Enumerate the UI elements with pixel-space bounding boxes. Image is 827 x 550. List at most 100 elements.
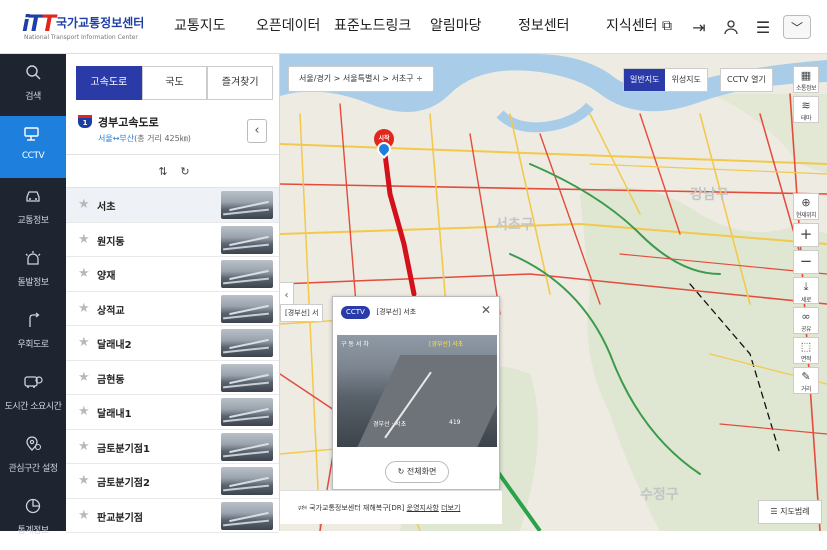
cctv-thumbnail[interactable]	[221, 364, 273, 392]
cctv-icon	[0, 126, 66, 146]
rail-item-city-travel-time[interactable]: 도시간 소요시간	[0, 364, 66, 426]
list-item[interactable]: ★금토분기점1	[66, 430, 279, 465]
star-icon[interactable]: ★	[78, 301, 90, 316]
rail-item-label: 도시간 소요시간	[0, 399, 66, 412]
cctv-thumbnail[interactable]	[221, 433, 273, 461]
area-measure-button[interactable]: ⬚면적	[793, 337, 819, 364]
list-item[interactable]: ★양재	[66, 257, 279, 292]
map-legend-label: 지도범례	[780, 507, 809, 516]
layers-icon: ≋	[801, 99, 810, 112]
nav-traffic-map[interactable]: 교통지도	[174, 0, 226, 54]
traffic-flow-icon: ▦	[801, 69, 811, 82]
nav-standard-node-link[interactable]: 표준노드링크	[334, 0, 411, 54]
save-button[interactable]: ⤓세로	[793, 277, 819, 304]
cctv-popup: CCTV [경부선] 서초 ✕ 구 동 서 차 [경부선] 서초 경부선 · 서…	[332, 296, 500, 490]
star-icon[interactable]: ★	[78, 266, 90, 281]
cctv-thumbnail[interactable]	[221, 398, 273, 426]
tab-favorites[interactable]: 즐겨찾기	[207, 66, 273, 100]
cctv-name: 금토분기점2	[97, 474, 150, 489]
star-icon[interactable]: ★	[78, 473, 90, 488]
rail-item-interest-section[interactable]: 관심구간 설정	[0, 426, 66, 488]
cctv-name: 금현동	[97, 371, 125, 386]
video-caption: 구 동 서 차	[341, 339, 369, 348]
cctv-thumbnail[interactable]	[221, 467, 273, 495]
rail-item-cctv[interactable]: CCTV	[0, 116, 66, 178]
map-type-toggle: 일반지도 위성지도	[623, 68, 708, 92]
rail-item-incident[interactable]: 돌발정보	[0, 240, 66, 302]
search-icon	[0, 64, 66, 84]
list-item[interactable]: ★달래내2	[66, 326, 279, 361]
cctv-thumbnail[interactable]	[221, 260, 273, 288]
rail-item-traffic-info[interactable]: 교통정보	[0, 178, 66, 240]
cctv-thumbnail[interactable]	[221, 191, 273, 219]
close-icon[interactable]: ✕	[479, 303, 493, 317]
list-item[interactable]: ★원지동	[66, 223, 279, 258]
cctv-video[interactable]: 구 동 서 차 [경부선] 서초 경부선 · 서초 419	[337, 335, 497, 447]
share-button[interactable]: ∞공유	[793, 307, 819, 334]
rail-item-statistics[interactable]: 통계정보	[0, 488, 66, 550]
cctv-open-button[interactable]: CCTV 열기	[720, 68, 773, 92]
nav-notices[interactable]: 알림마당	[430, 0, 482, 54]
tab-expressway[interactable]: 고속도로	[76, 66, 142, 100]
crosshair-icon: ⊕	[801, 196, 810, 209]
list-item[interactable]: ★ 금토분기점2	[66, 464, 279, 499]
cctv-side-panel: 고속도로 국도 즐겨찾기 1 경부고속도로 서울↔부산(총 거리 425㎞) ‹…	[66, 54, 280, 531]
star-icon[interactable]: ★	[78, 370, 90, 385]
rail-item-label: 검색	[0, 89, 66, 102]
rail-item-label: 돌발정보	[0, 275, 66, 288]
cctv-thumbnail[interactable]	[221, 329, 273, 357]
map-type-satellite[interactable]: 위성지도	[665, 69, 706, 91]
top-nav-bar: iTT 국가교통정보센터 National Transport Informat…	[0, 0, 827, 54]
notice-bar: 🕬︎ 국가교통정보센터 재해복구[DR] 운영지사항 더보기	[280, 490, 502, 524]
traffic-map[interactable]: 서울/경기 > 서울특별시 > 서초구 ÷ 일반지도 위성지도 CCTV 열기 …	[280, 54, 827, 531]
user-icon[interactable]	[719, 15, 743, 39]
list-item[interactable]: ★상적교	[66, 292, 279, 327]
breadcrumb[interactable]: 서울/경기 > 서울특별시 > 서초구 ÷	[288, 66, 434, 92]
cctv-thumbnail[interactable]	[221, 226, 273, 254]
list-item[interactable]: ★ 판교분기점	[66, 499, 279, 534]
video-road	[354, 355, 497, 447]
distance-measure-button[interactable]: ✎거리	[793, 367, 819, 394]
theme-button[interactable]: ≋테마	[793, 96, 819, 123]
cctv-thumbnail[interactable]	[221, 502, 273, 530]
star-icon[interactable]: ★	[78, 508, 90, 523]
zoom-out-button[interactable]: −	[793, 250, 819, 274]
nav-knowledge-center[interactable]: 지식센터 ⧉	[606, 0, 672, 54]
cctv-name: 판교분기점	[97, 509, 143, 524]
map-type-normal[interactable]: 일반지도	[624, 69, 665, 91]
current-location-button[interactable]: ⊕현재위치	[793, 193, 819, 220]
star-icon[interactable]: ★	[78, 197, 90, 212]
area-label: 강남구	[690, 184, 729, 204]
notice-link[interactable]: 운영지사항	[407, 504, 439, 512]
menu-icon[interactable]: ☰	[751, 15, 775, 39]
list-item[interactable]: ★서초	[66, 188, 279, 223]
chevron-down-icon[interactable]: ﹀	[783, 15, 811, 39]
nav-info-center[interactable]: 정보센터	[518, 0, 570, 54]
site-logo[interactable]: iTT 국가교통정보센터 National Transport Informat…	[22, 10, 152, 44]
back-button[interactable]: ‹	[247, 119, 267, 143]
notice-more-link[interactable]: 더보기	[441, 504, 460, 512]
popup-header: CCTV [경부선] 서초	[341, 305, 416, 321]
fullscreen-button[interactable]: ↻ 전체화면	[385, 461, 449, 483]
cctv-label-bubble[interactable]: [경부선] 서	[280, 304, 323, 322]
map-legend-button[interactable]: ☰ 지도범례	[758, 500, 822, 524]
star-icon[interactable]: ★	[78, 439, 90, 454]
star-icon[interactable]: ★	[78, 335, 90, 350]
login-icon[interactable]: ⇥	[687, 15, 711, 39]
zoom-in-button[interactable]: +	[793, 223, 819, 247]
stats-icon	[0, 498, 66, 518]
star-icon[interactable]: ★	[78, 232, 90, 247]
nav-open-data[interactable]: 오픈데이터	[256, 0, 320, 54]
sort-icon[interactable]: ⇅	[154, 163, 172, 181]
rail-item-detour[interactable]: 우회도로	[0, 302, 66, 364]
traffic-flow-button[interactable]: ▦소통정보	[793, 66, 819, 93]
star-icon[interactable]: ★	[78, 404, 90, 419]
cctv-thumbnail[interactable]	[221, 295, 273, 323]
refresh-icon[interactable]: ↻	[176, 163, 194, 181]
rail-item-search[interactable]: 검색	[0, 54, 66, 116]
map-right-tools: ▦소통정보 ≋테마 ⊕현재위치 + − ⤓세로 ∞공유 ⬚면적 ✎거리	[793, 66, 823, 397]
tab-national-road[interactable]: 국도	[142, 66, 208, 100]
download-icon: ⤓	[804, 280, 809, 293]
list-item[interactable]: ★ 금현동	[66, 361, 279, 396]
list-item[interactable]: ★달래내1	[66, 395, 279, 430]
